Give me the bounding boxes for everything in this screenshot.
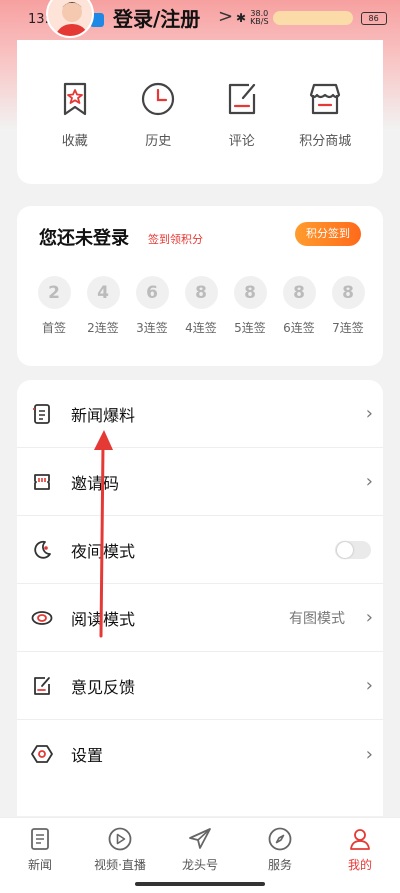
checkin-day: 8 6连签 [276,276,322,336]
menu-label: 意见反馈 [71,677,136,697]
tab-label: 新闻 [27,858,52,872]
user-icon [350,829,370,850]
battery-icon: 86 [360,11,387,25]
chevron-right-icon: › [365,607,373,628]
moon-icon [34,540,51,559]
menu-item-night-mode: 夜间模式 [17,516,383,584]
status-right: ✱ 38.0 KB/S 86 [236,10,387,26]
menu-item-invite-code[interactable]: 邀请码 › [17,448,383,516]
menu-label: 新闻爆料 [71,405,136,425]
quick-link-label: 收藏 [61,134,88,149]
tab-news[interactable]: 新闻 [0,818,80,879]
home-indicator[interactable] [135,882,265,886]
news-icon [31,828,49,850]
menu-item-reading-mode[interactable]: 阅读模式 有图模式 › [17,584,383,652]
quick-link-comments[interactable]: 评论 [207,80,277,149]
checkin-day: 4 2连签 [80,276,126,336]
tab-label: 我的 [347,858,372,872]
checkin-day: 8 5连签 [227,276,273,336]
ticket-icon [34,473,50,490]
checkin-days: 2 首签 4 2连签 6 3连签 8 4连签 8 5连签 8 6连签 8 7连签 [31,276,371,336]
login-register-link[interactable]: 登录/注册 [113,3,200,32]
tab-label: 服务 [267,858,292,872]
points-checkin-button[interactable]: 积分签到 [295,222,361,246]
bottom-tab-bar: 新闻 视频·直播 龙头号 服务 我的 [0,817,400,879]
compass-icon [268,827,292,851]
chevron-right-icon: › [365,743,373,765]
toggle-knob [337,541,353,558]
network-speed: 38.0 KB/S [250,9,269,26]
checkin-day: 8 4连签 [178,276,224,336]
status-indicators [272,11,353,25]
checkin-title: 您还未登录 [39,228,129,249]
paper-plane-icon [189,828,211,849]
quick-link-label: 历史 [145,134,172,149]
quick-link-favorites[interactable]: 收藏 [40,80,110,149]
quick-link-label: 积分商城 [299,134,352,149]
tab-mine[interactable]: 我的 [320,818,400,879]
eye-icon [31,610,53,625]
menu-item-settings[interactable]: 设置 › [17,720,383,788]
checkin-day: 2 首签 [31,276,77,336]
chevron-right-icon: › [365,471,373,492]
document-icon [33,403,50,424]
edit-icon [228,83,255,115]
chevron-right-icon: > [218,6,234,27]
menu-item-feedback[interactable]: 意见反馈 › [17,652,383,720]
quick-link-label: 评论 [228,134,255,149]
tab-label: 龙头号 [181,858,218,872]
play-icon [108,827,132,851]
quick-links-card: 收藏 历史 评论 积分商城 [17,40,383,184]
tab-longtou[interactable]: 龙头号 [160,818,240,879]
reading-mode-value: 有图模式 [289,610,345,627]
night-mode-toggle[interactable] [335,540,371,559]
tab-video-live[interactable]: 视频·直播 [80,818,160,879]
tab-label: 视频·直播 [94,858,146,872]
quick-link-points-store[interactable]: 积分商城 [290,80,360,149]
clock-icon [142,82,175,116]
quick-link-history[interactable]: 历史 [123,80,193,149]
checkin-day: 6 3连签 [129,276,175,336]
tab-services[interactable]: 服务 [240,818,320,879]
menu-label: 邀请码 [71,473,120,493]
checkin-day: 8 7连签 [325,276,371,336]
chevron-right-icon: › [365,403,373,424]
chevron-right-icon: › [365,675,373,696]
menu-label: 设置 [71,746,104,765]
settings-icon [31,745,53,763]
checkin-subtitle[interactable]: 签到领积分 [148,231,203,247]
store-icon [310,83,341,115]
menu-item-news-tip[interactable]: 新闻爆料 › [17,380,383,448]
menu-label: 夜间模式 [71,541,136,561]
checkin-card: 您还未登录 签到领积分 积分签到 2 首签 4 2连签 6 3连签 8 4连签 8 5连签… [17,206,383,366]
bluetooth-icon: ✱ [236,11,247,25]
bookmark-icon [63,82,86,116]
feedback-icon [34,676,50,695]
settings-menu: 新闻爆料 › 邀请码 › 夜间模式 阅读模式 有图模式 › 意见反馈 › 设置 … [17,380,383,816]
menu-label: 阅读模式 [71,609,136,629]
